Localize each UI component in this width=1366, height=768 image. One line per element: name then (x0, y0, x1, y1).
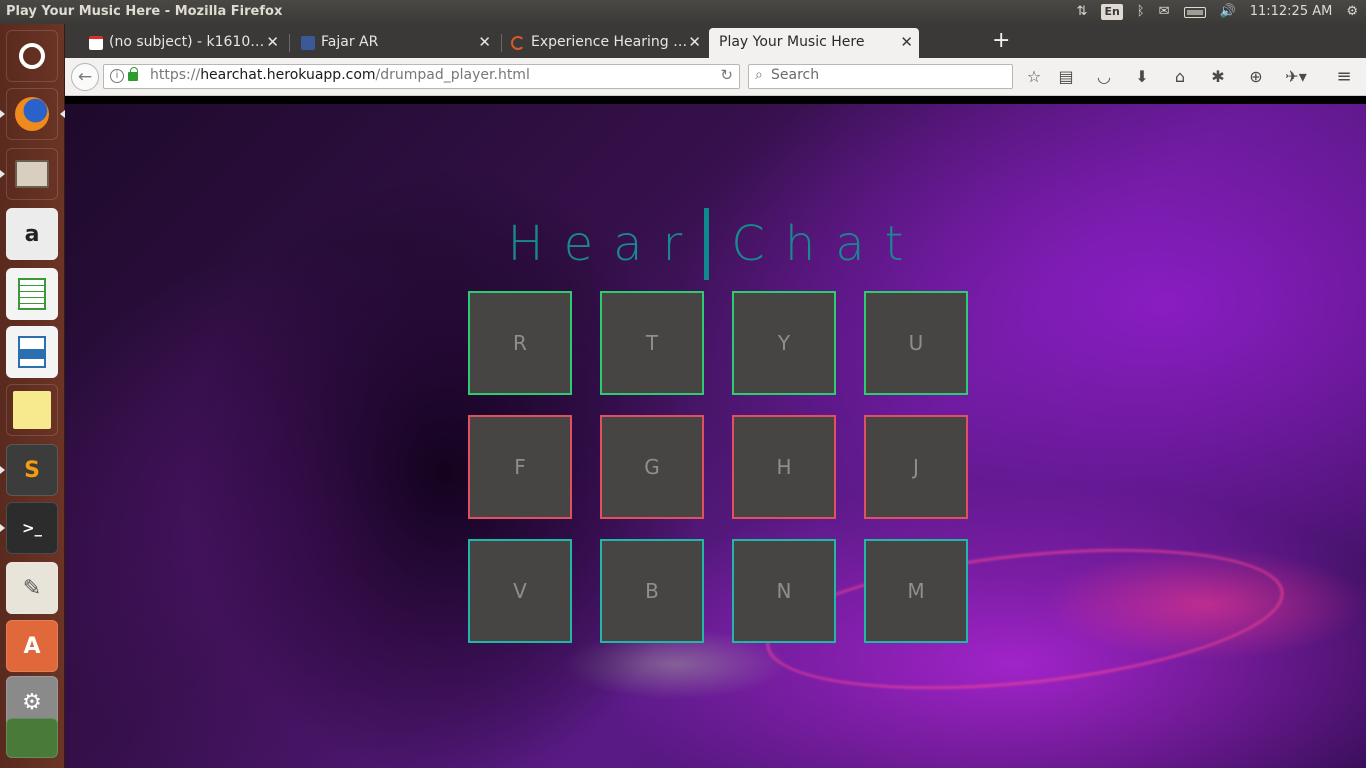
tab-label: (no subject) - k1610… (109, 34, 265, 50)
terminal-icon[interactable]: >_ (0, 502, 58, 554)
workspace-switcher-icon[interactable] (6, 718, 58, 758)
search-icon: ⌕ (755, 67, 763, 83)
reload-icon[interactable]: ↻ (720, 66, 733, 84)
brand-word-hear: Hear (507, 216, 703, 272)
firefox-icon[interactable] (0, 88, 65, 140)
drum-pad-key-label: M (907, 579, 925, 603)
launcher: a S >_ ✎ A ⚙ (0, 24, 65, 768)
tab-bar: (no subject) - k1610… ✕ Fajar AR ✕ Exper… (65, 24, 1366, 58)
drum-pad-key-label: G (644, 455, 660, 479)
lock-icon[interactable] (128, 67, 138, 81)
drum-pad-g[interactable]: G (600, 415, 704, 519)
drum-pad-f[interactable]: F (468, 415, 572, 519)
close-icon[interactable]: ✕ (266, 28, 279, 56)
drum-pad-key-label: B (645, 579, 659, 603)
sticky-notes-icon[interactable] (6, 384, 58, 436)
tab-label: Fajar AR (321, 34, 379, 50)
reading-list-icon[interactable]: ▤ (1055, 66, 1077, 88)
bluetooth-icon[interactable]: ᛒ (1137, 2, 1145, 22)
network-arrows-icon[interactable]: ⇅ (1077, 2, 1088, 22)
drum-pad-key-label: F (514, 455, 526, 479)
drum-pad-key-label: V (513, 579, 527, 603)
addon-dropdown-icon[interactable]: ✈▾ (1281, 66, 1311, 88)
page-viewport: Hear Chat R T Y U F G H J V B N M (65, 96, 1366, 768)
drum-pad-key-label: U (908, 331, 924, 355)
battery-icon[interactable] (1183, 6, 1206, 18)
loading-icon (511, 36, 525, 50)
keyboard-layout-indicator[interactable]: En (1101, 4, 1123, 20)
brand-divider (704, 208, 710, 280)
bookmark-star-icon[interactable]: ☆ (1023, 66, 1045, 88)
top-panel: Play Your Music Here - Mozilla Firefox ⇅… (0, 0, 1366, 24)
amazon-icon[interactable]: a (6, 208, 58, 260)
tab-label: Play Your Music Here (719, 34, 865, 50)
drum-pad-u[interactable]: U (864, 291, 968, 395)
ubuntu-dash-icon[interactable] (6, 30, 58, 82)
mail-icon[interactable]: ✉ (1159, 2, 1170, 22)
drum-pad-key-label: H (776, 455, 792, 479)
drum-pad-key-label: T (645, 331, 659, 355)
search-input[interactable] (771, 67, 1001, 83)
drum-pad-h[interactable]: H (732, 415, 836, 519)
drum-pad-r[interactable]: R (468, 291, 572, 395)
url-host: hearchat.herokuapp.com (200, 67, 376, 83)
drum-pad-key-label: N (776, 579, 792, 603)
clock[interactable]: 11:12:25 AM (1250, 2, 1333, 22)
tab-separator (289, 34, 290, 52)
tab-play-your-music[interactable]: Play Your Music Here ✕ (709, 28, 919, 58)
libreoffice-impress-icon[interactable] (6, 326, 58, 378)
url-path: /drumpad_player.html (375, 67, 530, 83)
close-icon[interactable]: ✕ (900, 28, 913, 56)
drum-pad-b[interactable]: B (600, 539, 704, 643)
navigation-bar: ← i https://hearchat.herokuapp.com/drump… (65, 58, 1366, 96)
drum-pad-key-label: Y (777, 331, 791, 355)
volume-icon[interactable]: 🔊 (1220, 2, 1236, 22)
search-bar[interactable]: ⌕ (748, 64, 1013, 89)
drum-pad-key-label: R (513, 331, 527, 355)
new-tab-button[interactable]: + (992, 30, 1010, 52)
gmail-icon (89, 36, 103, 50)
pocket-icon[interactable]: ◡ (1093, 66, 1115, 88)
tab-facebook[interactable]: Fajar AR ✕ (297, 28, 497, 58)
text-editor-icon[interactable]: ✎ (6, 562, 58, 614)
drum-pad-m[interactable]: M (864, 539, 968, 643)
url-bar[interactable]: i https://hearchat.herokuapp.com/drumpad… (103, 64, 740, 89)
drum-pad-v[interactable]: V (468, 539, 572, 643)
back-button[interactable]: ← (71, 63, 99, 91)
session-gear-icon[interactable]: ⚙ (1346, 2, 1358, 22)
close-icon[interactable]: ✕ (478, 28, 491, 56)
files-icon[interactable] (0, 148, 58, 200)
libreoffice-calc-icon[interactable] (6, 268, 58, 320)
tab-label: Experience Hearing … (531, 34, 688, 50)
brand-word-chat: Chat (731, 216, 924, 272)
tab-experience-hearing[interactable]: Experience Hearing … ✕ (507, 28, 707, 58)
url-scheme: https:// (150, 67, 201, 83)
close-icon[interactable]: ✕ (688, 28, 701, 56)
site-info-icon[interactable]: i (110, 69, 124, 83)
software-center-icon[interactable]: A (6, 620, 58, 672)
drum-pad-n[interactable]: N (732, 539, 836, 643)
drum-pad-grid: R T Y U F G H J V B N M (468, 291, 968, 643)
sublime-text-icon[interactable]: S (0, 444, 58, 496)
indicator-area: ⇅ En ᛒ ✉ 🔊 11:12:25 AM ⚙ (1077, 2, 1358, 22)
window-title: Play Your Music Here - Mozilla Firefox (6, 4, 283, 19)
brand-logo: Hear Chat (65, 208, 1366, 280)
drum-pad-key-label: J (913, 455, 919, 479)
drum-pad-y[interactable]: Y (732, 291, 836, 395)
facebook-icon (301, 36, 315, 50)
downloads-icon[interactable]: ⬇ (1131, 66, 1153, 88)
url-text[interactable]: https://hearchat.herokuapp.com/drumpad_p… (150, 67, 530, 83)
addon-globe-icon[interactable]: ⊕ (1245, 66, 1267, 88)
drum-pad-j[interactable]: J (864, 415, 968, 519)
menu-hamburger-icon[interactable]: ≡ (1333, 66, 1355, 88)
tab-gmail[interactable]: (no subject) - k1610… ✕ (85, 28, 285, 58)
extension-icon[interactable]: ✱ (1207, 66, 1229, 88)
tab-separator (501, 34, 502, 52)
home-icon[interactable]: ⌂ (1169, 66, 1191, 88)
drum-pad-t[interactable]: T (600, 291, 704, 395)
